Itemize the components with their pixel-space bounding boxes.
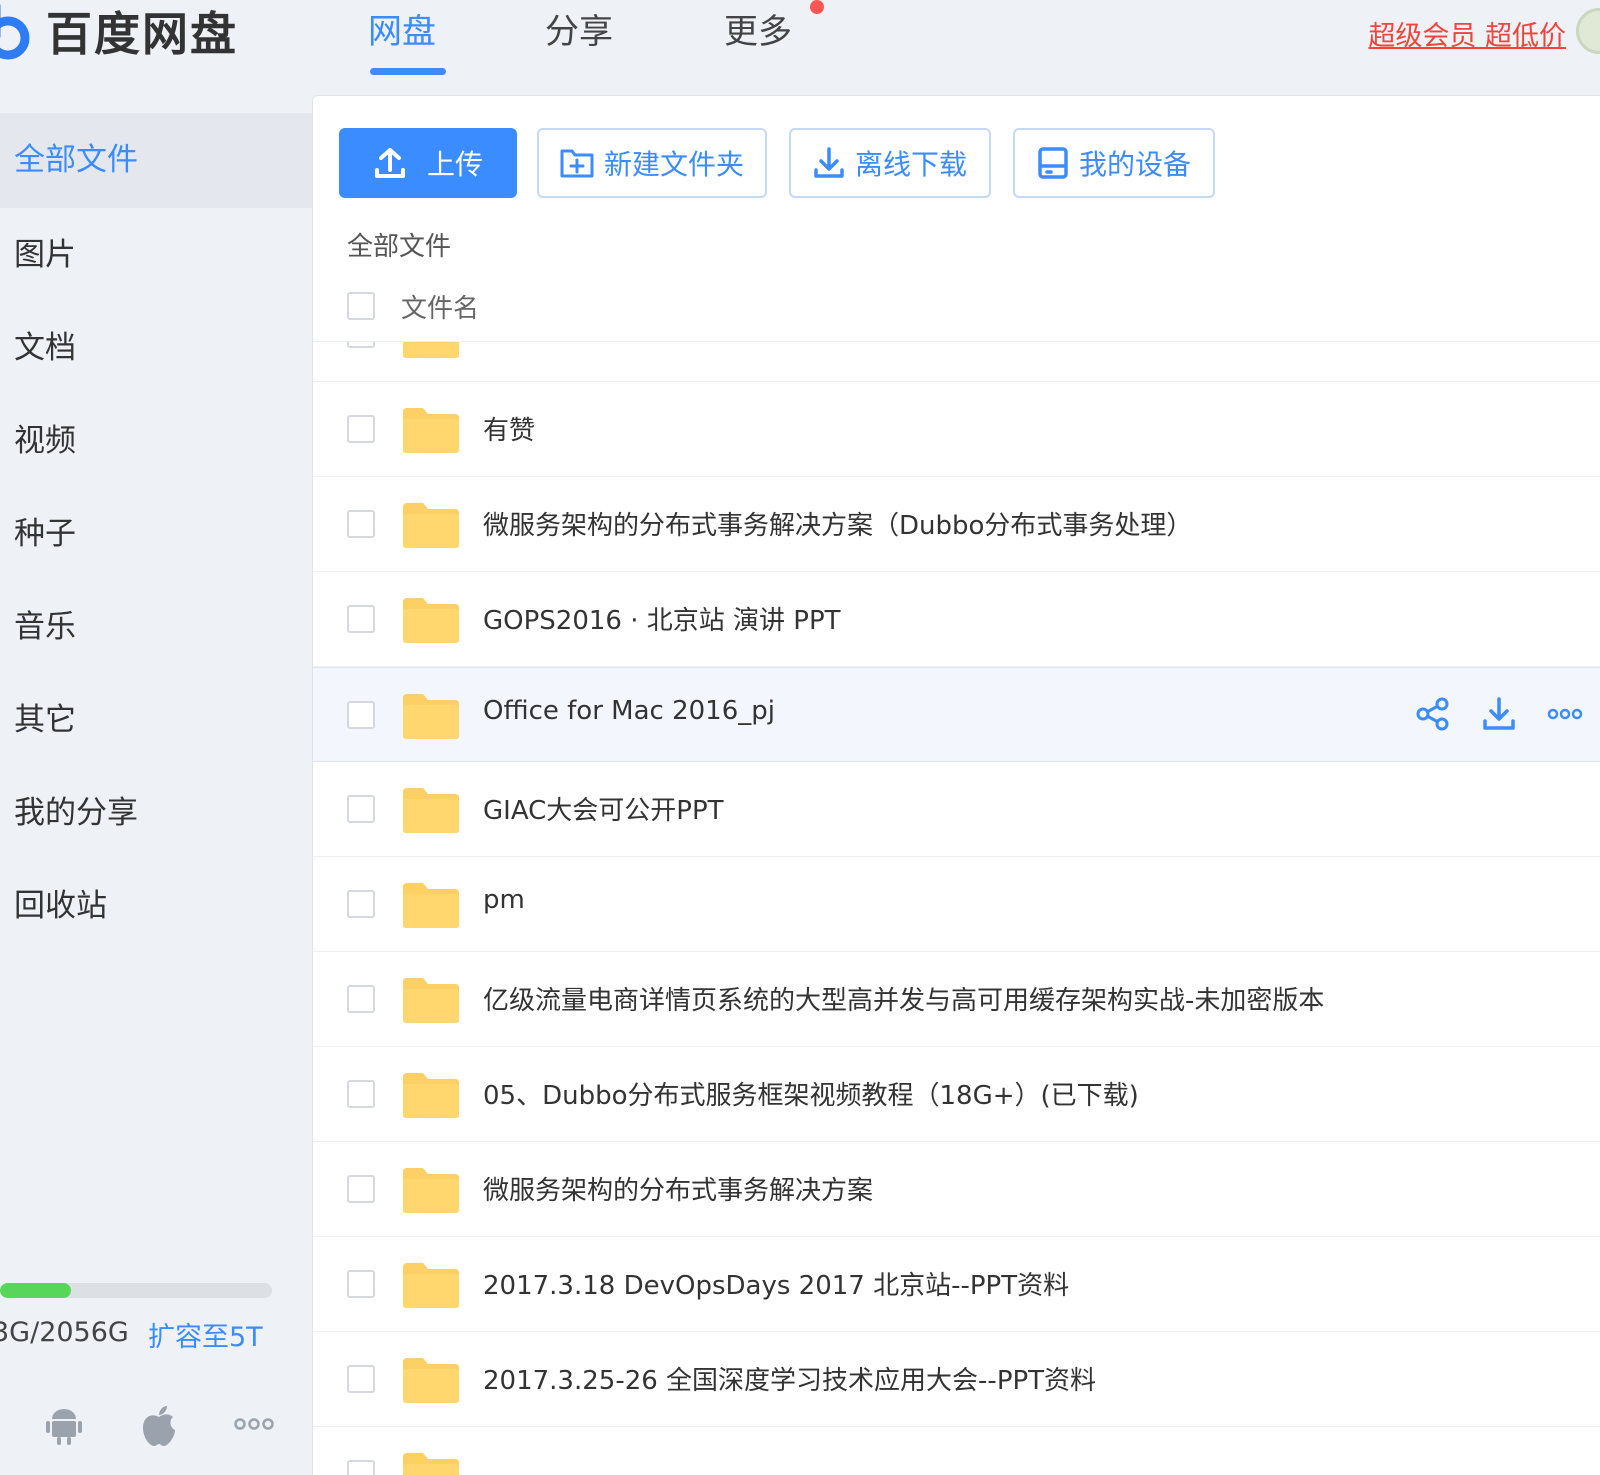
file-name[interactable]: 微服务架构的分布式事务解决方案 [483, 1170, 873, 1207]
file-name[interactable]: GIAC大会可公开PPT [483, 790, 724, 827]
offline-download-button-label: 离线下载 [854, 148, 967, 181]
folder-icon [403, 1168, 459, 1213]
breadcrumb[interactable]: 全部文件 [347, 226, 451, 263]
upload-button-label: 上传 [426, 148, 483, 181]
list-header: 文件名 [313, 274, 1600, 342]
folder-icon [403, 1358, 459, 1403]
file-panel: 上传 新建文件夹 离线下载 我的设备 全部文件 文件名 有赞 微服务架构的分布式… [312, 95, 1600, 1475]
active-tab-indicator [370, 68, 446, 75]
sidebar-item-my-shares[interactable]: 我的分享 [0, 766, 312, 861]
list-item[interactable]: 2017.3.25-26 全国深度学习技术应用大会--PPT资料 [313, 1332, 1600, 1427]
folder-icon [403, 1073, 459, 1118]
list-item[interactable]: GIAC大会可公开PPT [313, 762, 1600, 857]
apple-icon[interactable] [140, 1405, 178, 1447]
storage-quota-bar [0, 1283, 272, 1298]
upload-icon [374, 148, 405, 178]
row-checkbox[interactable] [347, 1270, 375, 1298]
folder-icon [403, 408, 459, 453]
offline-download-button[interactable]: 离线下载 [789, 128, 991, 198]
row-checkbox[interactable] [347, 985, 375, 1013]
vip-promo-link[interactable]: 超级会员 超低价 [1368, 14, 1566, 53]
notification-dot [810, 0, 824, 14]
tab-netdisk[interactable]: 网盘 [368, 4, 436, 53]
row-checkbox[interactable] [347, 510, 375, 538]
list-item[interactable]: 亿级流量电商详情页系统的大型高并发与高可用缓存架构实战-未加密版本 [313, 952, 1600, 1047]
baidu-netdisk-logo-icon [0, 3, 30, 60]
row-checkbox[interactable] [347, 1080, 375, 1108]
avatar[interactable] [1576, 8, 1600, 54]
more-dots-icon[interactable] [234, 1417, 274, 1431]
file-name[interactable]: 亿级流量电商详情页系统的大型高并发与高可用缓存架构实战-未加密版本 [483, 980, 1324, 1017]
row-checkbox[interactable] [347, 415, 375, 443]
row-actions [1415, 696, 1583, 732]
folder-icon [403, 978, 459, 1023]
row-checkbox[interactable] [347, 342, 375, 348]
file-name[interactable]: pm [483, 885, 525, 915]
file-name[interactable]: 有赞 [483, 410, 535, 447]
file-name[interactable]: 05、Dubbo分布式服务框架视频教程（18G+）(已下载) [483, 1075, 1139, 1112]
download-icon[interactable] [1481, 696, 1517, 732]
list-item[interactable]: pm [313, 857, 1600, 952]
row-checkbox[interactable] [347, 890, 375, 918]
folder-icon [403, 883, 459, 928]
download-icon [814, 147, 844, 178]
row-checkbox[interactable] [347, 795, 375, 823]
file-name[interactable]: 2017.3.25-26 全国深度学习技术应用大会--PPT资料 [483, 1360, 1096, 1397]
sidebar-item-music[interactable]: 音乐 [0, 580, 312, 675]
new-folder-button[interactable]: 新建文件夹 [537, 128, 767, 198]
new-folder-icon [560, 149, 594, 178]
file-name[interactable]: Office for Mac 2016_pj [483, 696, 775, 726]
list-item-clipped-top[interactable] [313, 342, 1600, 382]
row-checkbox[interactable] [347, 1365, 375, 1393]
sidebar-item-other[interactable]: 其它 [0, 673, 312, 768]
list-item[interactable]: 微服务架构的分布式事务解决方案（Dubbo分布式事务处理） [313, 477, 1600, 572]
sidebar: 全部文件 图片 文档 视频 种子 音乐 其它 我的分享 回收站 3G/2056G… [0, 95, 312, 1475]
sidebar-item-videos[interactable]: 视频 [0, 394, 312, 489]
folder-icon [403, 788, 459, 833]
list-item[interactable]: GOPS2016 · 北京站 演讲 PPT [313, 572, 1600, 667]
new-folder-button-label: 新建文件夹 [603, 148, 744, 181]
list-item[interactable]: 2017.3.18 DevOpsDays 2017 北京站--PPT资料 [313, 1237, 1600, 1332]
file-name[interactable]: GOPS2016 · 北京站 演讲 PPT [483, 600, 841, 637]
list-item[interactable]: 05、Dubbo分布式服务框架视频教程（18G+）(已下载) [313, 1047, 1600, 1142]
my-devices-button[interactable]: 我的设备 [1013, 128, 1215, 198]
folder-icon [403, 598, 459, 643]
top-bar: 百度网盘 网盘 分享 更多 超级会员 超低价 [0, 0, 1600, 95]
row-checkbox[interactable] [347, 1175, 375, 1203]
folder-icon [403, 694, 459, 739]
storage-quota-fill [0, 1283, 71, 1298]
device-icon [1038, 147, 1068, 179]
list-item-clipped-bottom[interactable] [313, 1427, 1600, 1475]
android-icon[interactable] [46, 1405, 82, 1445]
folder-icon [403, 342, 459, 358]
row-checkbox[interactable] [347, 605, 375, 633]
folder-icon [403, 503, 459, 548]
folder-icon [403, 1263, 459, 1308]
column-header-filename[interactable]: 文件名 [401, 288, 479, 325]
sidebar-item-all-files[interactable]: 全部文件 [0, 113, 312, 208]
sidebar-item-torrents[interactable]: 种子 [0, 487, 312, 582]
upload-button[interactable]: 上传 [339, 128, 517, 198]
sidebar-item-recycle-bin[interactable]: 回收站 [0, 859, 312, 954]
share-icon[interactable] [1415, 696, 1451, 732]
list-item[interactable]: 微服务架构的分布式事务解决方案 [313, 1142, 1600, 1237]
select-all-checkbox[interactable] [347, 292, 375, 320]
list-item[interactable]: 有赞 [313, 382, 1600, 477]
expand-storage-link[interactable]: 扩容至5T [148, 1315, 263, 1354]
folder-icon [403, 1453, 459, 1475]
my-devices-button-label: 我的设备 [1078, 148, 1191, 181]
file-name[interactable]: 微服务架构的分布式事务解决方案（Dubbo分布式事务处理） [483, 505, 1192, 542]
storage-quota-text: 3G/2056G [0, 1317, 129, 1348]
sidebar-item-documents[interactable]: 文档 [0, 301, 312, 396]
file-list: 有赞 微服务架构的分布式事务解决方案（Dubbo分布式事务处理） GOPS201… [313, 342, 1600, 1475]
row-checkbox[interactable] [347, 701, 375, 729]
app-title: 百度网盘 [46, 7, 238, 61]
sidebar-item-images[interactable]: 图片 [0, 208, 312, 303]
row-checkbox[interactable] [347, 1460, 375, 1475]
list-item-hovered[interactable]: Office for Mac 2016_pj [313, 667, 1600, 762]
tab-share[interactable]: 分享 [545, 4, 613, 53]
more-icon[interactable] [1547, 696, 1583, 732]
tab-more[interactable]: 更多 [724, 4, 792, 53]
file-name[interactable]: 2017.3.18 DevOpsDays 2017 北京站--PPT资料 [483, 1265, 1069, 1302]
